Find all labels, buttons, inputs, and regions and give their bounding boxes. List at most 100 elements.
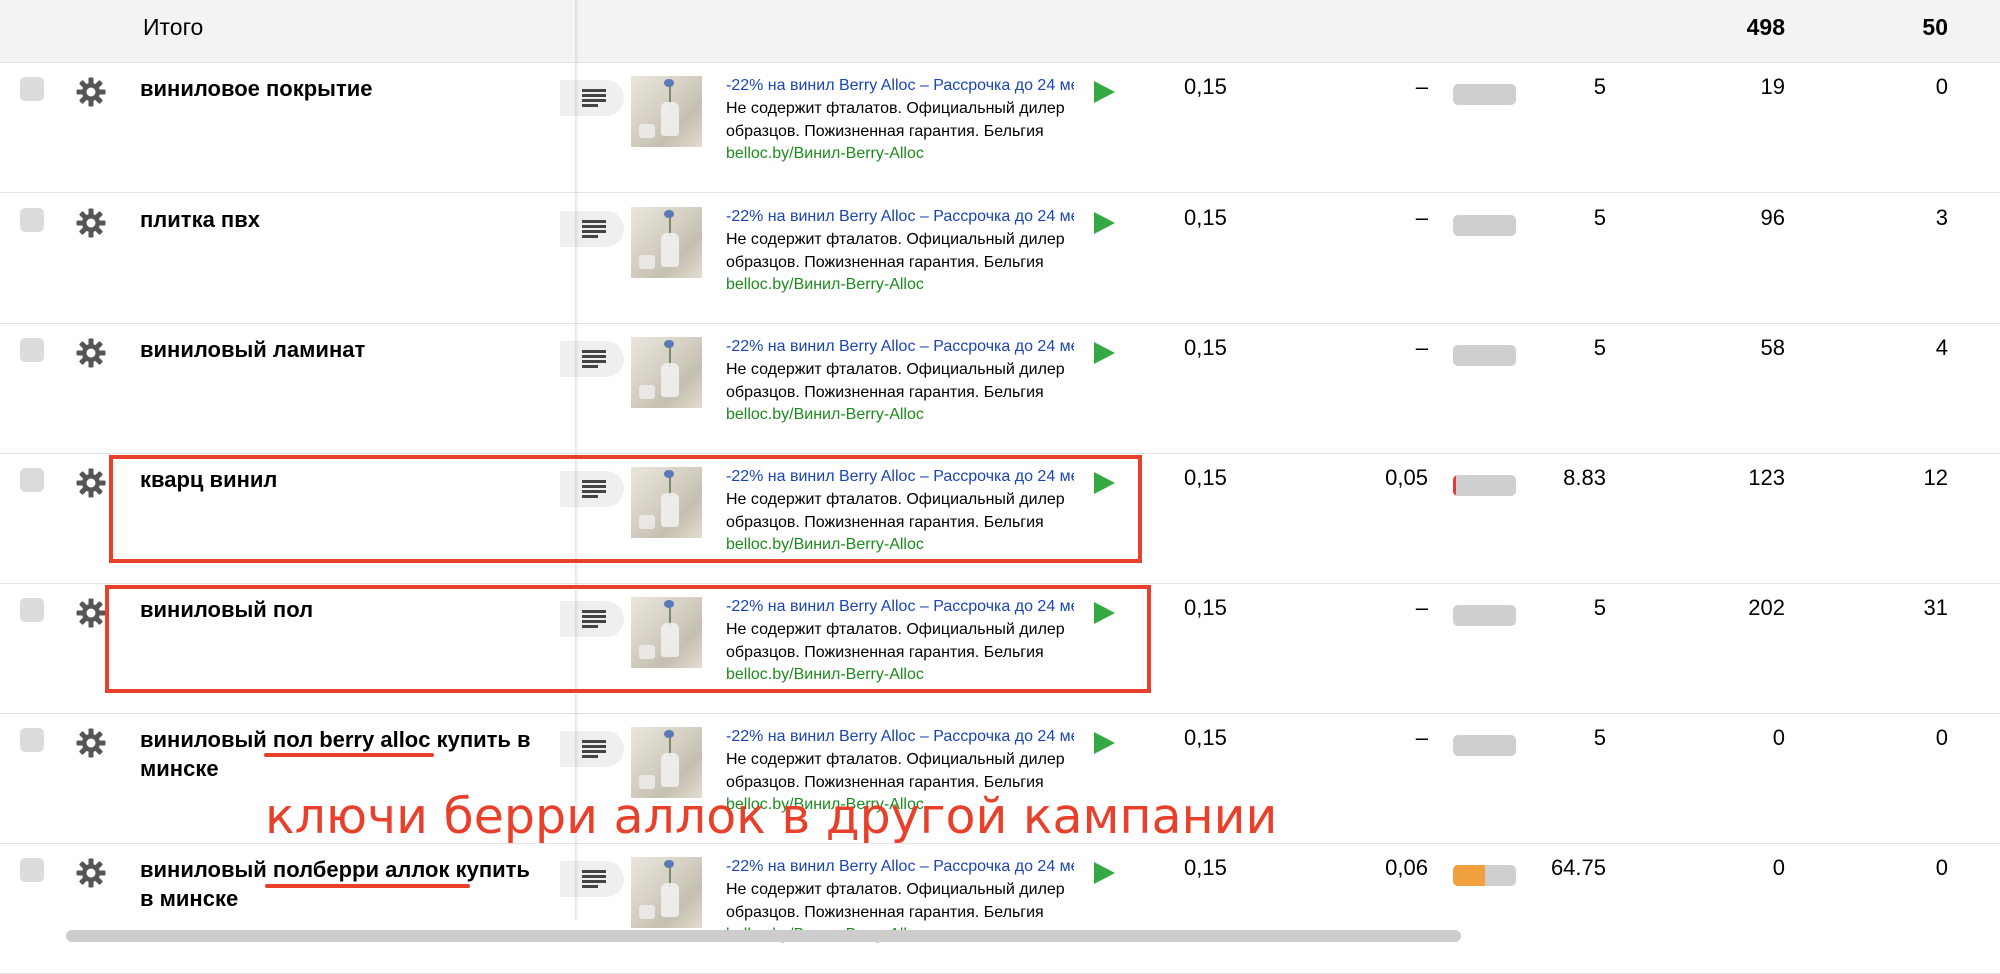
price-value: – [1415,74,1428,99]
clicks-value: 123 [1748,465,1785,490]
gear-icon[interactable] [75,597,107,629]
gear-icon[interactable] [75,727,107,759]
keyword-text[interactable]: виниловое покрытие [140,74,540,103]
position-value: 5 [1593,595,1606,620]
ad-title[interactable]: -22% на винил Berry Alloc – Рассрочка до… [726,75,1074,97]
price-value: – [1415,335,1428,360]
table-row: плитка пвх -22% на винил Berry Alloc – Ра… [0,193,2000,324]
bid-value[interactable]: 0,15 [1184,725,1227,751]
ad-text-line: Не содержит фталатов. Официальный дилер [726,231,1065,248]
conversions-value: 0 [1935,74,1948,99]
clicks-value: 58 [1760,335,1785,360]
play-icon[interactable] [1094,342,1115,364]
quality-bar [1453,345,1516,366]
bid-value[interactable]: 0,15 [1184,595,1227,621]
underline-polberri-allok [265,884,470,888]
table-row: виниловое покрытие -22% на винил Berry Al… [0,62,2000,193]
gear-icon[interactable] [75,857,107,889]
ad-title[interactable]: -22% на винил Berry Alloc – Рассрочка до… [726,206,1074,228]
keyword-text[interactable]: виниловый ламинат [140,335,540,364]
price-value: – [1415,725,1428,750]
position-value: 5 [1593,205,1606,230]
keyword-text[interactable]: плитка пвх [140,205,540,234]
ad-preview: -22% на винил Berry Alloc – Рассрочка до… [726,336,1074,426]
gear-icon[interactable] [75,337,107,369]
ad-display-url[interactable]: belloc.by/Винил-Berry-Alloc [726,274,1074,296]
price-value: 0,06 [1385,855,1428,880]
ad-preview-toggle[interactable] [560,341,624,377]
conversions-value: 12 [1923,465,1948,490]
totals-row: Итого 498 50 [0,0,2000,63]
bid-value[interactable]: 0,15 [1184,855,1227,881]
position-value: 5 [1593,725,1606,750]
quality-bar [1453,865,1516,886]
highlight-box-vinilovyj-pol [105,585,1151,693]
quality-bar [1453,605,1516,626]
clicks-value: 0 [1772,855,1785,880]
underline-pol-berry-alloc [264,753,434,757]
clicks-value: 96 [1760,205,1785,230]
row-checkbox[interactable] [20,208,44,232]
price-value: – [1415,595,1428,620]
row-checkbox[interactable] [20,858,44,882]
clicks-value: 0 [1772,725,1785,750]
ad-display-url[interactable]: belloc.by/Винил-Berry-Alloc [726,143,1074,165]
quality-bar [1453,84,1516,105]
conversions-value: 3 [1935,205,1948,230]
ad-image-thumbnail [631,857,702,928]
row-checkbox[interactable] [20,77,44,101]
conversions-value: 0 [1935,855,1948,880]
play-icon[interactable] [1094,81,1115,103]
highlight-box-kvarc-vinil [109,455,1142,563]
clicks-value: 19 [1760,74,1785,99]
ad-preview-toggle[interactable] [560,211,624,247]
row-checkbox[interactable] [20,728,44,752]
quality-bar [1453,215,1516,236]
play-icon[interactable] [1094,732,1115,754]
totals-clicks: 498 [1746,14,1785,40]
position-value: 64.75 [1550,855,1606,880]
ad-text-line: образцов. Пожизненная гарантия. Бельгия [726,384,1044,401]
conversions-value: 0 [1935,725,1948,750]
conversions-value: 4 [1935,335,1948,360]
ad-preview: -22% на винил Berry Alloc – Рассрочка до… [726,75,1074,165]
quality-bar-fill [1453,865,1485,886]
ad-preview-toggle[interactable] [560,731,624,767]
gear-icon[interactable] [75,207,107,239]
ad-image-thumbnail [631,337,702,408]
ad-image-thumbnail [631,76,702,147]
ad-preview-toggle[interactable] [560,861,624,897]
horizontal-scrollbar[interactable] [66,930,1461,942]
bid-value[interactable]: 0,15 [1184,205,1227,231]
quality-bar-fill [1453,475,1456,496]
totals-label: Итого [143,14,204,40]
price-value: 0,05 [1385,465,1428,490]
ad-display-url[interactable]: belloc.by/Винил-Berry-Alloc [726,404,1074,426]
keywords-table: Итого 498 50 виниловое покрытие -22% на в… [0,0,2000,974]
ad-text-line: образцов. Пожизненная гарантия. Бельгия [726,904,1044,921]
position-value: 8.83 [1563,465,1606,490]
table-row: виниловый полберри аллок купить в минске… [0,843,2000,974]
play-icon[interactable] [1094,212,1115,234]
row-checkbox[interactable] [20,468,44,492]
gear-icon[interactable] [75,467,107,499]
bid-value[interactable]: 0,15 [1184,74,1227,100]
ad-preview-toggle[interactable] [560,80,624,116]
bid-value[interactable]: 0,15 [1184,465,1227,491]
row-checkbox[interactable] [20,338,44,362]
ad-title[interactable]: -22% на винил Berry Alloc – Рассрочка до… [726,726,1074,748]
conversions-value: 31 [1923,595,1948,620]
price-value: – [1415,205,1428,230]
quality-bar [1453,475,1516,496]
ad-text-line: Не содержит фталатов. Официальный дилер [726,361,1065,378]
ad-title[interactable]: -22% на винил Berry Alloc – Рассрочка до… [726,336,1074,358]
row-checkbox[interactable] [20,598,44,622]
play-icon[interactable] [1094,862,1115,884]
bid-value[interactable]: 0,15 [1184,335,1227,361]
ad-text-line: образцов. Пожизненная гарантия. Бельгия [726,123,1044,140]
ad-title[interactable]: -22% на винил Berry Alloc – Рассрочка до… [726,856,1074,878]
position-value: 5 [1593,335,1606,360]
ad-text-line: Не содержит фталатов. Официальный дилер [726,100,1065,117]
ad-preview: -22% на винил Berry Alloc – Рассрочка до… [726,206,1074,296]
gear-icon[interactable] [75,76,107,108]
